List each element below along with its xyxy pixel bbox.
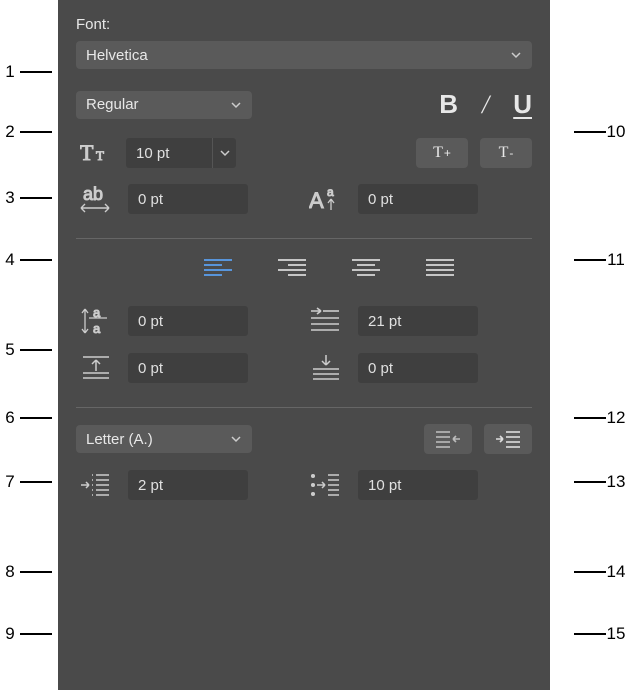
baseline-field[interactable]: 0 pt (358, 184, 478, 214)
font-size-field[interactable]: 10 pt (126, 138, 236, 168)
callout-5: 5 (0, 340, 52, 360)
text-style-group: B / U (439, 89, 532, 120)
svg-text:a: a (93, 321, 101, 336)
chevron-down-icon (230, 433, 242, 445)
tracking-field[interactable]: 0 pt (128, 184, 248, 214)
bullet-indent-value: 10 pt (368, 477, 401, 494)
callout-3: 3 (0, 188, 52, 208)
line-spacing-field[interactable]: 0 pt (128, 306, 248, 336)
list-style-value: Letter (A.) (86, 431, 230, 448)
callout-9: 9 (0, 624, 52, 644)
line-spacing-icon: aa (76, 305, 116, 337)
callout-12: 12 (574, 408, 626, 428)
decrease-indent-button[interactable] (424, 424, 472, 454)
callout-14: 14 (574, 562, 626, 582)
font-size-icon: TT (76, 140, 116, 166)
callout-7: 7 (0, 472, 52, 492)
callout-2: 2 (0, 122, 52, 142)
bullet-indent-field[interactable]: 10 pt (358, 470, 478, 500)
callout-13: 13 (574, 472, 626, 492)
callout-10: 10 (574, 122, 626, 142)
alignment-group (76, 255, 532, 283)
svg-text:A: A (309, 188, 324, 213)
line-spacing-value: 0 pt (138, 313, 163, 330)
align-center-button[interactable] (349, 255, 383, 283)
list-style-dropdown[interactable]: Letter (A.) (76, 425, 252, 453)
tracking-icon: ab (76, 184, 116, 214)
tracking-value: 0 pt (138, 191, 163, 208)
align-justify-button[interactable] (423, 255, 457, 283)
svg-text:a: a (327, 185, 334, 199)
underline-button[interactable]: U (513, 89, 532, 120)
callout-6: 6 (0, 408, 52, 428)
first-line-indent-value: 21 pt (368, 313, 401, 330)
align-right-button[interactable] (275, 255, 309, 283)
callout-4: 4 (0, 250, 52, 270)
svg-text:T: T (96, 148, 104, 163)
align-left-button[interactable] (201, 255, 235, 283)
svg-text:T: T (80, 140, 94, 165)
space-before-field[interactable]: 0 pt (128, 353, 248, 383)
space-before-icon (76, 353, 116, 383)
font-weight-dropdown[interactable]: Regular (76, 91, 252, 119)
font-label: Font: (76, 16, 532, 33)
space-after-icon (306, 353, 346, 383)
space-after-value: 0 pt (368, 360, 393, 377)
text-indent-icon (76, 471, 116, 499)
baseline-icon: Aa (306, 184, 346, 214)
font-family-dropdown[interactable]: Helvetica (76, 41, 532, 69)
font-size-stepper[interactable] (212, 138, 236, 168)
callout-1: 1 (0, 62, 52, 82)
baseline-value: 0 pt (368, 191, 393, 208)
font-family-value: Helvetica (86, 47, 510, 64)
callout-8: 8 (0, 562, 52, 582)
space-after-field[interactable]: 0 pt (358, 353, 478, 383)
first-line-indent-icon (306, 307, 346, 335)
chevron-down-icon (230, 99, 242, 111)
divider (76, 238, 532, 239)
text-indent-value: 2 pt (138, 477, 163, 494)
callout-11: 11 (574, 250, 626, 270)
chevron-down-icon (510, 49, 522, 61)
text-panel: Font: Helvetica Regular B / U TT 10 pt (58, 0, 550, 690)
increase-indent-button[interactable] (484, 424, 532, 454)
decrease-font-button[interactable]: T- (480, 138, 532, 168)
callout-15: 15 (574, 624, 626, 644)
increase-font-button[interactable]: T+ (416, 138, 468, 168)
italic-button[interactable]: / (482, 90, 489, 120)
svg-text:ab: ab (83, 184, 103, 204)
divider (76, 407, 532, 408)
bold-button[interactable]: B (439, 89, 458, 120)
font-size-value: 10 pt (136, 145, 169, 162)
space-before-value: 0 pt (138, 360, 163, 377)
bullet-indent-icon (306, 471, 346, 499)
font-weight-value: Regular (86, 96, 230, 113)
first-line-indent-field[interactable]: 21 pt (358, 306, 478, 336)
text-indent-field[interactable]: 2 pt (128, 470, 248, 500)
